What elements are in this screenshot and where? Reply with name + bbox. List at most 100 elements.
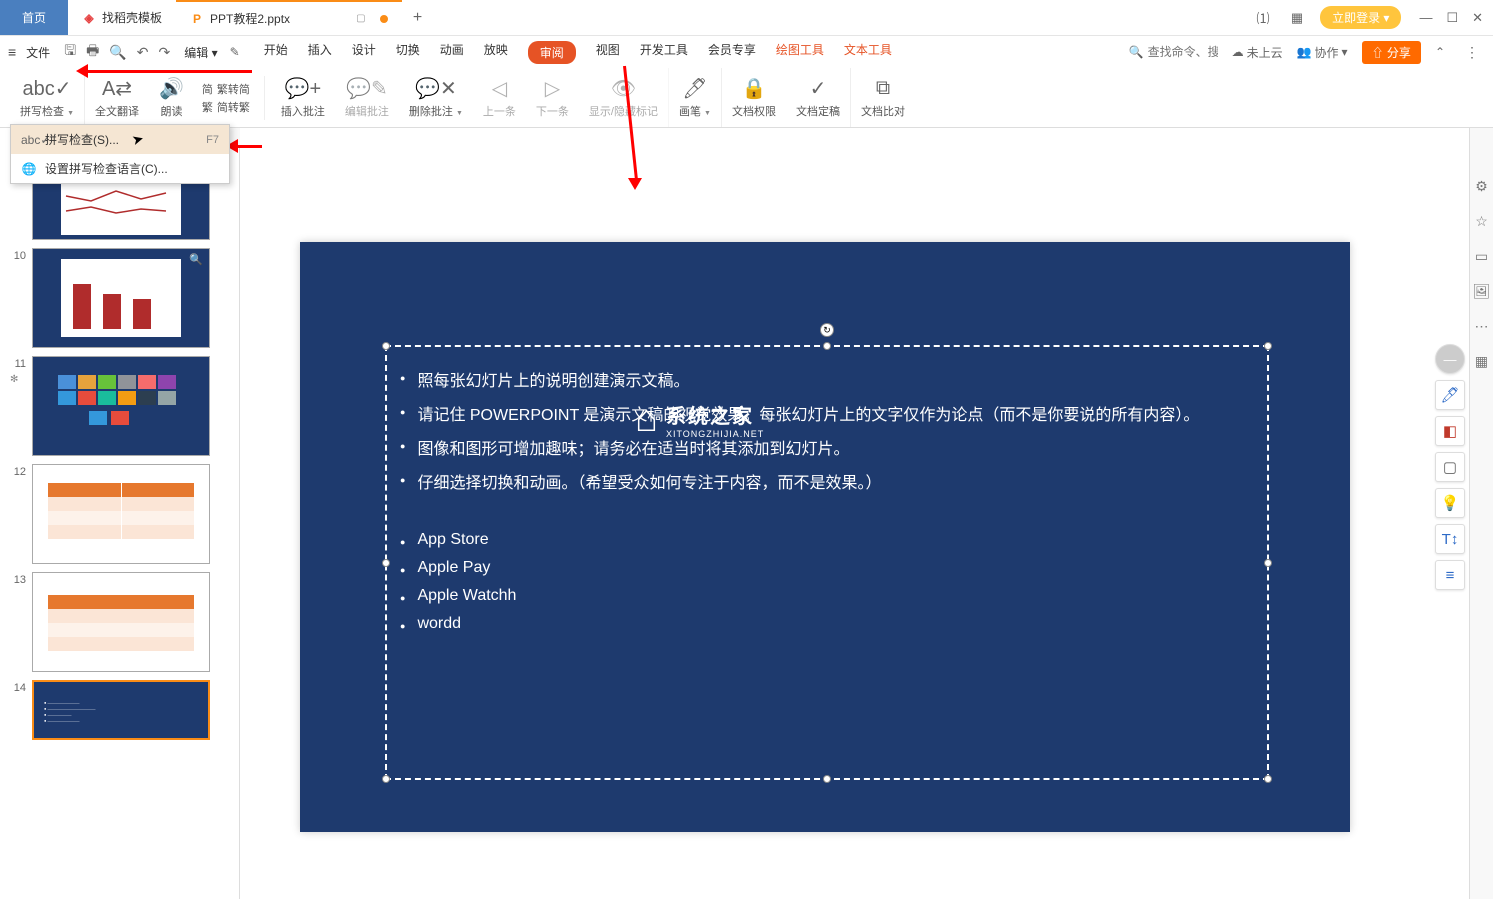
rotate-handle[interactable]: ↻: [820, 323, 834, 337]
resize-handle-nw[interactable]: [382, 342, 390, 350]
template-tab[interactable]: ◈ 找稻壳模板: [68, 0, 176, 35]
tab-slideshow[interactable]: 放映: [484, 41, 508, 64]
ribbon-tabs: 开始 插入 设计 切换 动画 放映 审阅 视图 开发工具 会员专享 绘图工具 文…: [264, 41, 892, 64]
layout-button[interactable]: ▢: [1435, 452, 1465, 482]
slide-editor[interactable]: ⌂ 系统之家 XITONGZHIJIA.NET ↻: [240, 128, 1469, 899]
hamburger-icon[interactable]: ≡: [8, 44, 16, 60]
ppt-icon: P: [190, 12, 204, 26]
read-group[interactable]: 🔊 朗读: [149, 68, 194, 127]
simp-to-trad-button[interactable]: 繁简转繁: [202, 99, 250, 115]
maximize-button[interactable]: ☐: [1446, 10, 1458, 26]
prev-comment-button[interactable]: ◁ 上一条: [473, 68, 526, 127]
right-sidebar: ⚙ ☆ ▭ 🖼 ⋯ ▦: [1469, 128, 1493, 899]
resize-handle-se[interactable]: [1264, 775, 1272, 783]
new-tab-button[interactable]: +: [402, 0, 434, 35]
translate-group[interactable]: A⇄ 全文翻译: [85, 68, 149, 127]
menu-overflow-icon[interactable]: ⋮: [1459, 44, 1485, 61]
edit-comment-button[interactable]: 💬✎ 编辑批注: [335, 68, 399, 127]
resize-handle-s[interactable]: [823, 775, 831, 783]
preview-icon[interactable]: 🔍: [109, 44, 126, 61]
thumb-12[interactable]: 12: [0, 460, 239, 568]
thumbnail-slide: [32, 176, 210, 240]
reading-mode-icon[interactable]: ⑴: [1252, 7, 1274, 29]
thumb-10[interactable]: 10 🔍: [0, 244, 239, 352]
main-slide[interactable]: ⌂ 系统之家 XITONGZHIJIA.NET ↻: [300, 242, 1350, 832]
print-icon[interactable]: 🖶: [86, 40, 99, 64]
tab-animation[interactable]: 动画: [440, 41, 464, 64]
next-comment-button[interactable]: ▷ 下一条: [526, 68, 579, 127]
share-button[interactable]: ⇧ 分享: [1362, 41, 1421, 64]
thumb-14[interactable]: 14 ● ————————● ————————————● ——————● ———…: [0, 676, 239, 744]
thumb-chart: [61, 181, 181, 235]
chevron-up-icon[interactable]: ⌃: [1435, 45, 1445, 59]
command-search[interactable]: 🔍: [1129, 45, 1218, 59]
idea-button[interactable]: 💡: [1435, 488, 1465, 518]
home-tab[interactable]: 首页: [0, 0, 68, 35]
close-button[interactable]: ✕: [1472, 10, 1483, 26]
tab-devtools[interactable]: 开发工具: [640, 41, 688, 64]
tab-view[interactable]: 视图: [596, 41, 620, 64]
text-style-button[interactable]: T↕: [1435, 524, 1465, 554]
align-button[interactable]: ≡: [1435, 560, 1465, 590]
collaborate-button[interactable]: 👥 协作 ▾: [1297, 44, 1348, 61]
quick-access-toolbar: 🖫 🖶 🔍 ↶ ↷: [64, 40, 170, 64]
document-tab[interactable]: P PPT教程2.pptx ▢: [176, 0, 401, 35]
tab-design[interactable]: 设计: [352, 41, 376, 64]
login-button[interactable]: 立即登录 ▾: [1320, 6, 1401, 29]
pen-tool-button[interactable]: 🖊: [1435, 380, 1465, 410]
resize-handle-n[interactable]: [823, 342, 831, 350]
star-icon[interactable]: ☆: [1475, 213, 1488, 230]
spellcheck-label: 拼写检查 ▼: [20, 103, 74, 119]
thumb-chart: [61, 259, 181, 337]
resize-handle-sw[interactable]: [382, 775, 390, 783]
save-icon[interactable]: 🖫: [64, 40, 76, 64]
tab-drawing-tools[interactable]: 绘图工具: [776, 41, 824, 64]
doc-final-button[interactable]: ✓ 文档定稿: [786, 68, 851, 127]
collapse-button[interactable]: —: [1435, 344, 1465, 374]
delete-comment-button[interactable]: 💬✕ 删除批注 ▼: [399, 68, 473, 127]
slide-content[interactable]: 照每张幻灯片上的说明创建演示文稿。 请记住 POWERPOINT 是演示文稿的视…: [400, 362, 1270, 638]
doc-perm-button[interactable]: 🔒 文档权限: [722, 68, 786, 127]
edit-menu[interactable]: 编辑 ▾: [184, 44, 217, 61]
tab-transition[interactable]: 切换: [396, 41, 420, 64]
slides-icon[interactable]: ▭: [1475, 248, 1488, 265]
trad-to-simp-button[interactable]: 简繁转简: [202, 81, 250, 97]
format-painter-icon[interactable]: ✎: [230, 45, 240, 59]
tab-member[interactable]: 会员专享: [708, 41, 756, 64]
file-menu[interactable]: 文件: [26, 44, 50, 61]
thumb-number: 14: [8, 680, 26, 694]
grid-view-icon[interactable]: ▦: [1286, 7, 1308, 29]
minimize-button[interactable]: —: [1419, 10, 1432, 26]
undo-icon[interactable]: ↶: [137, 44, 149, 61]
watermark: ⌂ 系统之家 XITONGZHIJIA.NET: [635, 398, 764, 441]
resize-handle-ne[interactable]: [1264, 342, 1272, 350]
redo-icon[interactable]: ↷: [159, 44, 171, 61]
thumb-11[interactable]: 11 ✻: [0, 352, 239, 460]
simp-label: 繁转简: [217, 81, 250, 97]
zoom-icon[interactable]: 🔍: [189, 253, 203, 266]
tab-close-icon[interactable]: ▢: [356, 13, 365, 24]
shape-fill-button[interactable]: ◧: [1435, 416, 1465, 446]
tab-start[interactable]: 开始: [264, 41, 288, 64]
resize-handle-w[interactable]: [382, 559, 390, 567]
settings-icon[interactable]: ⚙: [1475, 178, 1488, 195]
thumb-13[interactable]: 13: [0, 568, 239, 676]
tab-review[interactable]: 审阅: [528, 41, 576, 64]
workspace: 11 24 68 1012 1416 1820 2224 2628 3032 3…: [0, 128, 1469, 899]
bullet-3: 图像和图形可增加趣味；请务必在适当时将其添加到幻灯片。: [417, 435, 849, 459]
template-icon[interactable]: ▦: [1475, 353, 1488, 370]
insert-comment-button[interactable]: 💬+ 插入批注: [271, 68, 335, 127]
watermark-url: XITONGZHIJIA.NET: [666, 429, 764, 439]
doc-compare-button[interactable]: ⧉ 文档比对: [851, 68, 915, 127]
search-input[interactable]: [1148, 45, 1218, 59]
more-icon[interactable]: ⋯: [1475, 318, 1489, 335]
image-icon[interactable]: 🖼: [1473, 283, 1491, 300]
dropdown-spellcheck-item[interactable]: abc✓ 拼写检查(S)... F7: [11, 125, 229, 154]
tab-text-tools[interactable]: 文本工具: [844, 41, 892, 64]
doc-perm-label: 文档权限: [732, 103, 776, 119]
pen-button[interactable]: 🖊 画笔 ▼: [669, 68, 722, 127]
spellcheck-group[interactable]: abc✓ 拼写检查 ▼: [10, 68, 85, 127]
dropdown-language-item[interactable]: 🌐 设置拼写检查语言(C)...: [11, 154, 229, 183]
cloud-status[interactable]: ☁ 未上云: [1232, 44, 1283, 61]
tab-insert[interactable]: 插入: [308, 41, 332, 64]
